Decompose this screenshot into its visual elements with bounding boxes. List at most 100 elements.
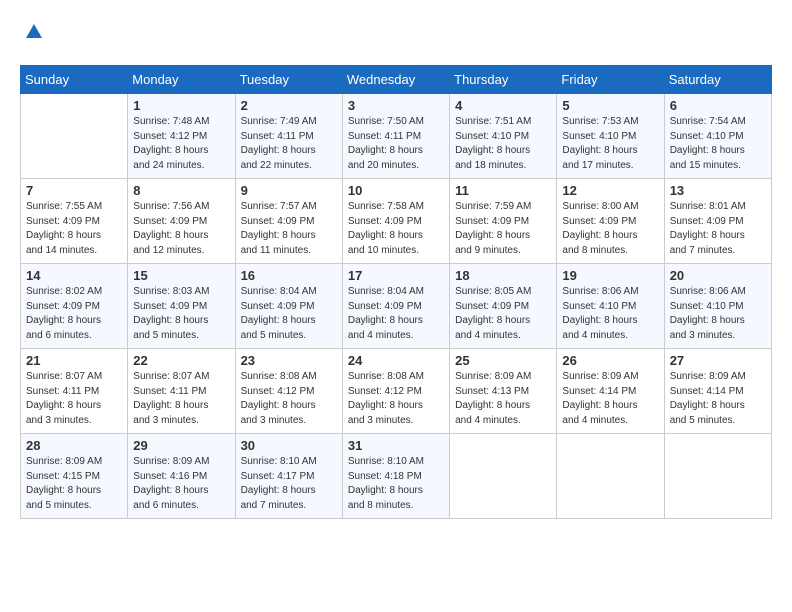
calendar-cell: 29 Sunrise: 8:09 AM Sunset: 4:16 PM Dayli… bbox=[128, 434, 235, 519]
day-number: 20 bbox=[670, 268, 766, 283]
day-number: 8 bbox=[133, 183, 229, 198]
day-number: 17 bbox=[348, 268, 444, 283]
day-of-week-monday: Monday bbox=[128, 66, 235, 94]
day-number: 30 bbox=[241, 438, 337, 453]
day-number: 12 bbox=[562, 183, 658, 198]
calendar-cell: 28 Sunrise: 8:09 AM Sunset: 4:15 PM Dayli… bbox=[21, 434, 128, 519]
day-number: 9 bbox=[241, 183, 337, 198]
day-info: Sunrise: 8:09 AM Sunset: 4:14 PM Dayligh… bbox=[562, 370, 658, 428]
day-number: 28 bbox=[26, 438, 122, 453]
calendar-cell: 10 Sunrise: 7:58 AM Sunset: 4:09 PM Dayli… bbox=[342, 179, 449, 264]
day-of-week-saturday: Saturday bbox=[664, 66, 771, 94]
day-number: 23 bbox=[241, 353, 337, 368]
day-info: Sunrise: 8:08 AM Sunset: 4:12 PM Dayligh… bbox=[241, 370, 337, 428]
day-number: 25 bbox=[455, 353, 551, 368]
day-number: 10 bbox=[348, 183, 444, 198]
day-info: Sunrise: 8:10 AM Sunset: 4:17 PM Dayligh… bbox=[241, 455, 337, 513]
calendar-cell: 20 Sunrise: 8:06 AM Sunset: 4:10 PM Dayli… bbox=[664, 264, 771, 349]
day-number: 7 bbox=[26, 183, 122, 198]
day-info: Sunrise: 7:54 AM Sunset: 4:10 PM Dayligh… bbox=[670, 115, 766, 173]
day-info: Sunrise: 7:49 AM Sunset: 4:11 PM Dayligh… bbox=[241, 115, 337, 173]
day-number: 15 bbox=[133, 268, 229, 283]
calendar-cell bbox=[557, 434, 664, 519]
calendar-cell: 18 Sunrise: 8:05 AM Sunset: 4:09 PM Dayli… bbox=[450, 264, 557, 349]
calendar-cell: 16 Sunrise: 8:04 AM Sunset: 4:09 PM Dayli… bbox=[235, 264, 342, 349]
calendar-cell: 19Sunrise: 8:06 AM Sunset: 4:10 PM Dayli… bbox=[557, 264, 664, 349]
day-number: 2 bbox=[241, 98, 337, 113]
day-number: 1 bbox=[133, 98, 229, 113]
day-info: Sunrise: 8:07 AM Sunset: 4:11 PM Dayligh… bbox=[26, 370, 122, 428]
day-number: 3 bbox=[348, 98, 444, 113]
calendar-table: SundayMondayTuesdayWednesdayThursdayFrid… bbox=[20, 65, 772, 519]
day-info: Sunrise: 7:56 AM Sunset: 4:09 PM Dayligh… bbox=[133, 200, 229, 258]
calendar-cell: 15 Sunrise: 8:03 AM Sunset: 4:09 PM Dayli… bbox=[128, 264, 235, 349]
day-of-week-thursday: Thursday bbox=[450, 66, 557, 94]
day-info: Sunrise: 7:55 AM Sunset: 4:09 PM Dayligh… bbox=[26, 200, 122, 258]
day-info: Sunrise: 7:57 AM Sunset: 4:09 PM Dayligh… bbox=[241, 200, 337, 258]
day-info: Sunrise: 7:59 AM Sunset: 4:09 PM Dayligh… bbox=[455, 200, 551, 258]
day-number: 13 bbox=[670, 183, 766, 198]
day-number: 5 bbox=[562, 98, 658, 113]
calendar-cell: 21 Sunrise: 8:07 AM Sunset: 4:11 PM Dayli… bbox=[21, 349, 128, 434]
calendar-cell bbox=[450, 434, 557, 519]
calendar-cell: 6 Sunrise: 7:54 AM Sunset: 4:10 PM Daylig… bbox=[664, 94, 771, 179]
day-info: Sunrise: 8:09 AM Sunset: 4:16 PM Dayligh… bbox=[133, 455, 229, 513]
day-info: Sunrise: 8:01 AM Sunset: 4:09 PM Dayligh… bbox=[670, 200, 766, 258]
calendar-cell bbox=[21, 94, 128, 179]
day-info: Sunrise: 7:51 AM Sunset: 4:10 PM Dayligh… bbox=[455, 115, 551, 173]
calendar-cell: 14Sunrise: 8:02 AM Sunset: 4:09 PM Dayli… bbox=[21, 264, 128, 349]
calendar-cell: 5 Sunrise: 7:53 AM Sunset: 4:10 PM Daylig… bbox=[557, 94, 664, 179]
day-of-week-sunday: Sunday bbox=[21, 66, 128, 94]
day-number: 27 bbox=[670, 353, 766, 368]
day-info: Sunrise: 8:04 AM Sunset: 4:09 PM Dayligh… bbox=[348, 285, 444, 343]
day-info: Sunrise: 7:50 AM Sunset: 4:11 PM Dayligh… bbox=[348, 115, 444, 173]
day-info: Sunrise: 8:07 AM Sunset: 4:11 PM Dayligh… bbox=[133, 370, 229, 428]
calendar-cell: 8 Sunrise: 7:56 AM Sunset: 4:09 PM Daylig… bbox=[128, 179, 235, 264]
day-number: 11 bbox=[455, 183, 551, 198]
day-number: 21 bbox=[26, 353, 122, 368]
day-number: 31 bbox=[348, 438, 444, 453]
day-info: Sunrise: 8:04 AM Sunset: 4:09 PM Dayligh… bbox=[241, 285, 337, 343]
day-info: Sunrise: 8:09 AM Sunset: 4:15 PM Dayligh… bbox=[26, 455, 122, 513]
calendar-cell: 2 Sunrise: 7:49 AM Sunset: 4:11 PM Daylig… bbox=[235, 94, 342, 179]
calendar-cell: 9 Sunrise: 7:57 AM Sunset: 4:09 PM Daylig… bbox=[235, 179, 342, 264]
page-header bbox=[20, 20, 772, 49]
day-info: Sunrise: 8:06 AM Sunset: 4:10 PM Dayligh… bbox=[562, 285, 658, 343]
day-info: Sunrise: 8:05 AM Sunset: 4:09 PM Dayligh… bbox=[455, 285, 551, 343]
logo-icon bbox=[22, 20, 46, 44]
day-number: 24 bbox=[348, 353, 444, 368]
day-info: Sunrise: 8:08 AM Sunset: 4:12 PM Dayligh… bbox=[348, 370, 444, 428]
day-number: 29 bbox=[133, 438, 229, 453]
day-of-week-wednesday: Wednesday bbox=[342, 66, 449, 94]
day-number: 22 bbox=[133, 353, 229, 368]
calendar-cell: 7 Sunrise: 7:55 AM Sunset: 4:09 PM Daylig… bbox=[21, 179, 128, 264]
calendar-cell: 31 Sunrise: 8:10 AM Sunset: 4:18 PM Dayli… bbox=[342, 434, 449, 519]
calendar-cell: 11 Sunrise: 7:59 AM Sunset: 4:09 PM Dayli… bbox=[450, 179, 557, 264]
day-number: 26 bbox=[562, 353, 658, 368]
day-info: Sunrise: 8:10 AM Sunset: 4:18 PM Dayligh… bbox=[348, 455, 444, 513]
day-info: Sunrise: 8:06 AM Sunset: 4:10 PM Dayligh… bbox=[670, 285, 766, 343]
day-number: 14 bbox=[26, 268, 122, 283]
logo bbox=[20, 20, 46, 49]
calendar-cell: 25Sunrise: 8:09 AM Sunset: 4:13 PM Dayli… bbox=[450, 349, 557, 434]
calendar-cell bbox=[664, 434, 771, 519]
calendar-cell: 30 Sunrise: 8:10 AM Sunset: 4:17 PM Dayli… bbox=[235, 434, 342, 519]
day-of-week-friday: Friday bbox=[557, 66, 664, 94]
calendar-cell: 17 Sunrise: 8:04 AM Sunset: 4:09 PM Dayli… bbox=[342, 264, 449, 349]
day-info: Sunrise: 8:09 AM Sunset: 4:14 PM Dayligh… bbox=[670, 370, 766, 428]
day-info: Sunrise: 8:03 AM Sunset: 4:09 PM Dayligh… bbox=[133, 285, 229, 343]
calendar-cell: 3 Sunrise: 7:50 AM Sunset: 4:11 PM Daylig… bbox=[342, 94, 449, 179]
day-number: 18 bbox=[455, 268, 551, 283]
day-info: Sunrise: 8:00 AM Sunset: 4:09 PM Dayligh… bbox=[562, 200, 658, 258]
calendar-cell: 1Sunrise: 7:48 AM Sunset: 4:12 PM Daylig… bbox=[128, 94, 235, 179]
calendar-cell: 13 Sunrise: 8:01 AM Sunset: 4:09 PM Dayli… bbox=[664, 179, 771, 264]
calendar-cell: 4 Sunrise: 7:51 AM Sunset: 4:10 PM Daylig… bbox=[450, 94, 557, 179]
day-of-week-tuesday: Tuesday bbox=[235, 66, 342, 94]
day-number: 16 bbox=[241, 268, 337, 283]
calendar-cell: 22 Sunrise: 8:07 AM Sunset: 4:11 PM Dayli… bbox=[128, 349, 235, 434]
day-number: 6 bbox=[670, 98, 766, 113]
day-info: Sunrise: 7:53 AM Sunset: 4:10 PM Dayligh… bbox=[562, 115, 658, 173]
day-info: Sunrise: 7:58 AM Sunset: 4:09 PM Dayligh… bbox=[348, 200, 444, 258]
calendar-cell: 23 Sunrise: 8:08 AM Sunset: 4:12 PM Dayli… bbox=[235, 349, 342, 434]
day-number: 4 bbox=[455, 98, 551, 113]
